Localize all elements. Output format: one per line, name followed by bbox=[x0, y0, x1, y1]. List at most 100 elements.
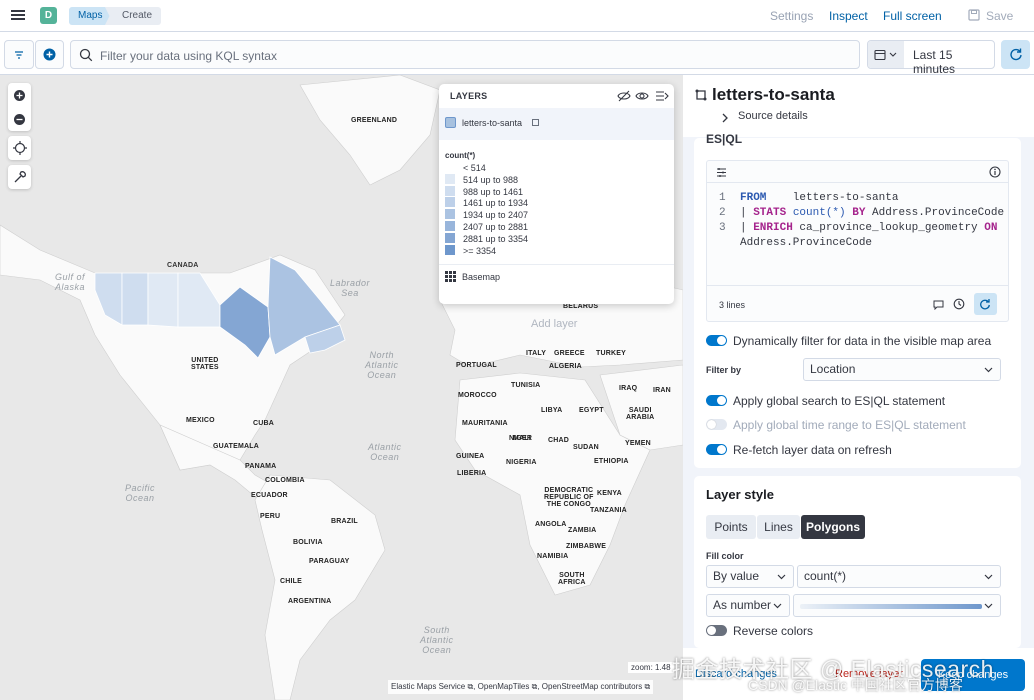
zoom-level: zoom: 1.48 bbox=[628, 662, 674, 673]
line-number: 1 bbox=[719, 192, 726, 204]
legend-label: 514 up to 988 bbox=[463, 174, 519, 185]
space-avatar[interactable]: D bbox=[40, 7, 57, 24]
legend-swatch bbox=[445, 162, 455, 172]
map-label: CHAD bbox=[548, 437, 570, 444]
legend-swatch bbox=[445, 209, 455, 220]
filter-options-button[interactable] bbox=[4, 40, 34, 69]
map-label: South Atlantic Ocean bbox=[420, 625, 454, 655]
map-label: SAUDI ARABIA bbox=[626, 407, 655, 421]
time-range-label: Last 15 minutes bbox=[913, 48, 956, 76]
refresh-button[interactable] bbox=[1001, 40, 1030, 69]
fill-field-select[interactable]: count(*) bbox=[797, 565, 1001, 588]
plus-circle-icon bbox=[43, 48, 56, 61]
legend-item: >= 3354 bbox=[445, 244, 497, 257]
line-count: 3 lines bbox=[719, 300, 746, 310]
legend-swatch bbox=[445, 232, 455, 243]
legend-swatch bbox=[445, 197, 455, 208]
attribution-openmaptiles[interactable]: OpenMapTiles bbox=[478, 682, 530, 691]
map-label: PANAMA bbox=[245, 463, 277, 470]
toggle-label: Dynamically filter for data in the visib… bbox=[733, 334, 992, 348]
eye-closed-icon[interactable] bbox=[617, 89, 631, 103]
map-label: GUINEA bbox=[456, 453, 485, 460]
crosshair-icon bbox=[13, 141, 27, 155]
layer-style-heading: Layer style bbox=[706, 487, 774, 502]
code-line-2[interactable]: | STATS count(*) BY Address.ProvinceCode bbox=[740, 207, 1004, 219]
legend-swatch bbox=[445, 221, 455, 231]
toggle-refetch[interactable] bbox=[706, 444, 727, 455]
code-line-3-cont[interactable]: Address.ProvinceCode bbox=[740, 237, 872, 249]
settings-link[interactable]: Settings bbox=[770, 9, 813, 23]
fill-mode-select[interactable]: By value bbox=[706, 565, 794, 588]
run-query-button[interactable] bbox=[974, 293, 997, 315]
map-label: ZIMBABWE bbox=[566, 543, 607, 550]
zoom-in-icon[interactable] bbox=[13, 89, 26, 102]
add-filter-button[interactable] bbox=[35, 40, 64, 69]
attribution-osm[interactable]: OpenStreetMap contributors bbox=[542, 682, 643, 691]
filter-by-label: Filter by bbox=[706, 365, 742, 375]
layer-row-basemap[interactable]: Basemap bbox=[439, 267, 674, 287]
toggle-filter-visible-area[interactable] bbox=[706, 335, 727, 346]
history-icon[interactable] bbox=[953, 298, 965, 310]
filter-icon bbox=[15, 51, 23, 59]
panel-title: letters-to-santa bbox=[712, 85, 835, 104]
map-label: GUATEMALA bbox=[213, 443, 259, 450]
fill-mode-value: By value bbox=[713, 569, 760, 583]
map-label: MOROCCO bbox=[458, 392, 497, 399]
legend-item: 1461 up to 1934 bbox=[445, 197, 528, 209]
map-label: MEXICO bbox=[186, 417, 215, 424]
hamburger-menu-icon[interactable] bbox=[10, 8, 26, 22]
map-label: PARAGUAY bbox=[309, 558, 350, 565]
layer-name: letters-to-santa bbox=[462, 118, 523, 128]
map-label: COLOMBIA bbox=[265, 477, 305, 484]
comment-icon[interactable] bbox=[933, 299, 944, 310]
quick-menu-button[interactable] bbox=[868, 41, 904, 68]
filter-by-value: Location bbox=[810, 362, 856, 376]
style-tab-lines[interactable]: Lines bbox=[757, 515, 800, 539]
map-label: IRAQ bbox=[619, 385, 638, 392]
code-line-3[interactable]: | ENRICH ca_province_lookup_geometry ON bbox=[740, 222, 997, 234]
map-label: ZAMBIA bbox=[568, 527, 597, 534]
line-number: 3 bbox=[719, 222, 726, 234]
legend-label: >= 3354 bbox=[463, 245, 497, 256]
legend-swatch bbox=[445, 244, 455, 255]
toggle-reverse-colors[interactable] bbox=[706, 625, 727, 636]
save-button[interactable]: Save bbox=[986, 9, 1013, 23]
layer-row-letters-to-santa[interactable]: letters-to-santa bbox=[439, 108, 674, 140]
filter-by-select[interactable]: Location bbox=[803, 358, 1001, 381]
expand-editor-icon[interactable] bbox=[716, 167, 727, 178]
draw-tools-button[interactable] bbox=[8, 165, 31, 189]
source-details-toggle[interactable]: Source details bbox=[721, 110, 851, 126]
map-label: YEMEN bbox=[625, 440, 651, 447]
inspect-link[interactable]: Inspect bbox=[829, 9, 868, 23]
legend-item: 2407 up to 2881 bbox=[445, 221, 528, 233]
map-label: GREECE bbox=[554, 350, 585, 357]
collapse-panel-icon[interactable] bbox=[655, 89, 669, 103]
kql-search-input[interactable]: Filter your data using KQL syntax bbox=[70, 40, 860, 69]
full-screen-link[interactable]: Full screen bbox=[883, 9, 942, 23]
eye-icon[interactable] bbox=[635, 89, 649, 103]
date-picker[interactable]: Last 15 minutes bbox=[867, 40, 995, 76]
map-label: NIGER bbox=[509, 435, 533, 442]
toggle-global-time[interactable] bbox=[706, 419, 727, 430]
map-label: ALGERIA bbox=[549, 363, 582, 370]
color-ramp-select[interactable] bbox=[793, 594, 1001, 617]
number-mode-select[interactable]: As number bbox=[706, 594, 790, 617]
code-line-1[interactable]: FROM letters-to-santa bbox=[740, 192, 898, 204]
info-icon[interactable] bbox=[989, 166, 1001, 178]
style-tab-points[interactable]: Points bbox=[706, 515, 756, 539]
map-label: ECUADOR bbox=[251, 492, 288, 499]
map-label: NAMIBIA bbox=[537, 553, 569, 560]
toggle-global-search[interactable] bbox=[706, 395, 727, 406]
map-label: SUDAN bbox=[573, 444, 599, 451]
map-label: ANGOLA bbox=[535, 521, 567, 528]
reset-view-button[interactable] bbox=[8, 136, 31, 160]
map-label: Atlantic Ocean bbox=[368, 442, 402, 462]
map-label: PERU bbox=[260, 513, 281, 520]
legend-label: 2407 up to 2881 bbox=[463, 222, 529, 232]
map-label: TURKEY bbox=[596, 350, 626, 357]
style-tab-polygons[interactable]: Polygons bbox=[801, 515, 865, 539]
zoom-out-icon[interactable] bbox=[13, 113, 26, 126]
province-sk bbox=[147, 272, 179, 328]
map-label: LIBERIA bbox=[457, 470, 487, 477]
attribution-elastic[interactable]: Elastic Maps Service bbox=[391, 682, 465, 691]
